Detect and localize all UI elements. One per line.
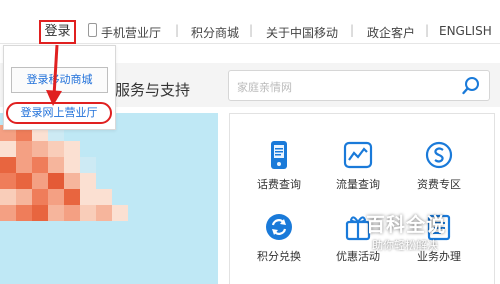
banner-pixel — [80, 157, 96, 173]
banner-pixel — [32, 141, 48, 157]
banner-pixel — [64, 205, 80, 221]
banner-pixel — [96, 189, 112, 205]
banner-pixel — [64, 173, 80, 189]
points-exchange-icon — [266, 214, 292, 240]
login-dropdown: 登录移动商城 登录网上营业厅 — [3, 45, 116, 130]
banner-pixel — [16, 189, 32, 205]
banner-pixel — [80, 205, 96, 221]
nav-points-mall[interactable]: 积分商城 — [191, 24, 239, 41]
banner-pixel — [0, 189, 16, 205]
service-item-data-usage[interactable]: 流量查询 — [325, 140, 391, 192]
banner-pixel — [16, 173, 32, 189]
nav-mobile-hall[interactable]: 手机营业厅 — [101, 24, 161, 41]
banner-pixel — [32, 173, 48, 189]
promo-banner-image[interactable] — [0, 113, 218, 284]
banner-pixel — [48, 173, 64, 189]
banner-pixel — [16, 157, 32, 173]
watermark: 百科全说 助你轻松解决 — [348, 206, 466, 258]
nav-separator: | — [175, 23, 180, 37]
banner-pixel — [48, 141, 64, 157]
login-online-hall-button[interactable]: 登录网上营业厅 — [6, 102, 112, 124]
banner-pixel — [64, 189, 80, 205]
service-item-phone-bill[interactable]: 话费查询 — [246, 140, 312, 192]
banner-pixel — [80, 173, 96, 189]
banner-pixel — [64, 141, 80, 157]
login-link[interactable]: 登录 — [39, 20, 76, 44]
service-item-points-exchange[interactable]: 积分兑换 — [246, 212, 312, 264]
service-item-tariff[interactable]: 资费专区 — [406, 140, 472, 192]
nav-enterprise[interactable]: 政企客户 — [367, 24, 415, 41]
banner-pixel — [0, 205, 16, 221]
watermark-subtitle: 助你轻松解决 — [372, 239, 438, 252]
nav-english[interactable]: ENGLISH — [439, 24, 492, 38]
data-usage-icon — [343, 141, 373, 169]
service-panel: 话费查询 流量查询 资费专区 积分兑换 优惠活动 业务办理 — [229, 113, 495, 284]
banner-pixel — [0, 173, 16, 189]
banner-pixel — [48, 205, 64, 221]
nav-separator: | — [425, 23, 430, 37]
service-label: 流量查询 — [336, 178, 380, 191]
top-navigation: 登录 手机营业厅 | 积分商城 | 关于中国移动 | 政企客户 | ENGLIS… — [0, 0, 500, 44]
watermark-title: 百科全说 — [366, 214, 447, 236]
banner-pixel — [80, 189, 96, 205]
phone-bill-icon — [271, 141, 287, 169]
service-label: 资费专区 — [417, 178, 461, 191]
banner-pixel — [112, 205, 128, 221]
nav-separator: | — [350, 23, 355, 37]
login-mall-button[interactable]: 登录移动商城 — [11, 67, 108, 93]
search-input[interactable]: 家庭亲情网 — [228, 70, 490, 101]
banner-pixel — [16, 141, 32, 157]
banner-pixel — [16, 205, 32, 221]
banner-pixel — [0, 157, 16, 173]
banner-pixel — [32, 189, 48, 205]
service-label: 话费查询 — [257, 178, 301, 191]
banner-pixel — [96, 205, 112, 221]
mobile-phone-icon — [88, 23, 97, 37]
service-label: 积分兑换 — [257, 250, 301, 263]
nav-about[interactable]: 关于中国移动 — [266, 24, 338, 41]
banner-pixel — [48, 189, 64, 205]
banner-pixel — [32, 205, 48, 221]
tariff-icon — [425, 141, 453, 169]
banner-pixel — [32, 157, 48, 173]
banner-pixel — [64, 157, 80, 173]
search-placeholder: 家庭亲情网 — [237, 81, 292, 94]
banner-pixel — [48, 157, 64, 173]
banner-pixel — [0, 141, 16, 157]
nav-separator: | — [249, 23, 254, 37]
search-icon[interactable] — [461, 76, 481, 96]
service-support-menu[interactable]: 服务与支持 — [115, 79, 190, 100]
